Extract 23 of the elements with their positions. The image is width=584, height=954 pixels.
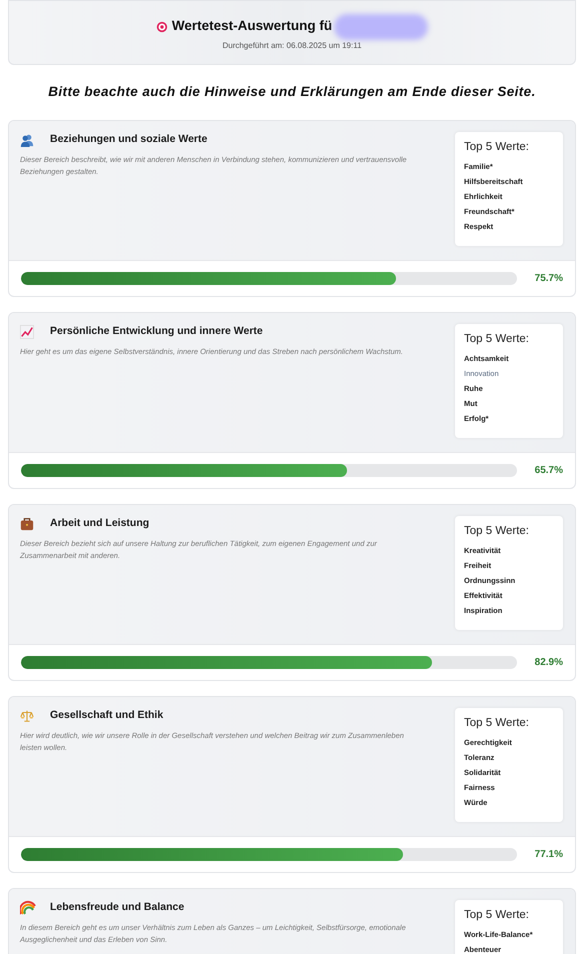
date-text: Durchgeführt am: 06.08.2025 um 19:11 xyxy=(222,40,362,52)
people-icon xyxy=(20,132,36,147)
notice-text: Bitte beachte auch die Hinweise und Erklärungen am Ende dieser Seite. xyxy=(47,83,537,102)
percent-text: 65.7% xyxy=(534,464,563,478)
percent-text: 75.7% xyxy=(534,272,563,286)
panel-heading: Top 5 Werte: xyxy=(464,332,530,347)
panel-heading: Top 5 Werte: xyxy=(464,716,530,731)
category-title: Persönliche Entwicklung und innere Werte xyxy=(50,324,263,339)
category-title: Lebensfreude und Balance xyxy=(50,900,184,916)
briefcase-icon xyxy=(20,516,36,531)
scales-icon xyxy=(20,708,36,723)
panel-heading: Top 5 Werte: xyxy=(464,140,530,155)
percent-text: 82.9% xyxy=(534,656,563,670)
chart-icon xyxy=(20,324,36,339)
target-icon xyxy=(156,20,168,32)
panel-heading: Top 5 Werte: xyxy=(464,524,530,539)
rainbow-icon xyxy=(20,900,36,916)
percent-text: 77.1% xyxy=(534,848,563,862)
report-title: Wertetest-Auswertung fü xyxy=(172,17,332,36)
category-title: Arbeit und Leistung xyxy=(50,516,150,531)
category-title: Beziehungen und soziale Werte xyxy=(50,132,208,147)
panel-heading: Top 5 Werte: xyxy=(464,908,530,923)
category-title: Gesellschaft und Ethik xyxy=(50,708,164,723)
